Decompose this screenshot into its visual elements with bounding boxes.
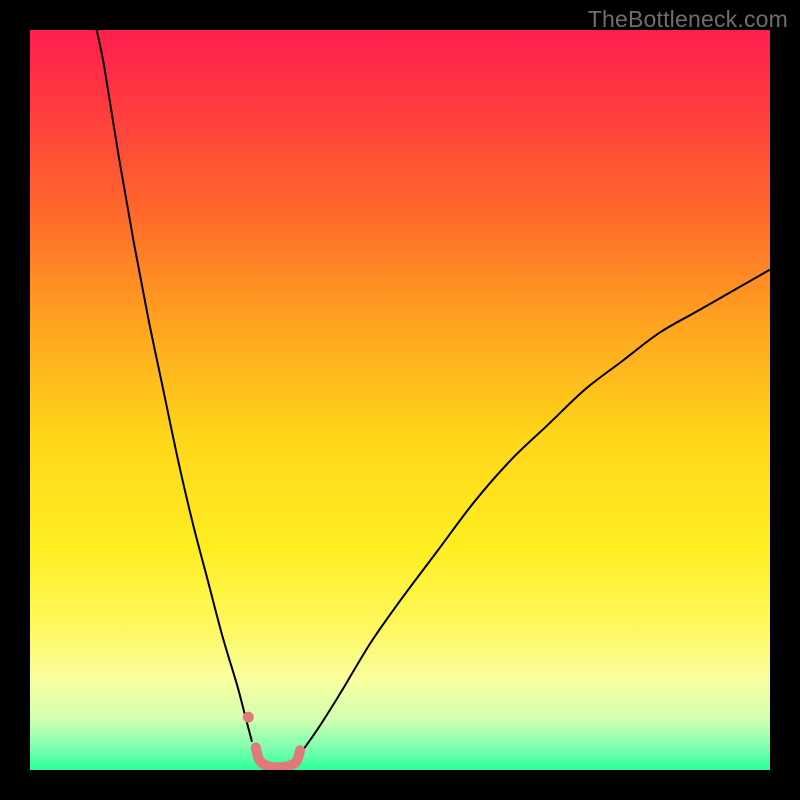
- chart-frame: TheBottleneck.com: [0, 0, 800, 800]
- series-left-branch: [97, 30, 252, 742]
- watermark-text: TheBottleneck.com: [588, 6, 788, 33]
- series-floor-marker: [256, 747, 300, 767]
- plot-area: [30, 30, 770, 770]
- curve-layer: [30, 30, 770, 770]
- marker-dot: [243, 712, 254, 723]
- series-right-branch: [304, 270, 770, 749]
